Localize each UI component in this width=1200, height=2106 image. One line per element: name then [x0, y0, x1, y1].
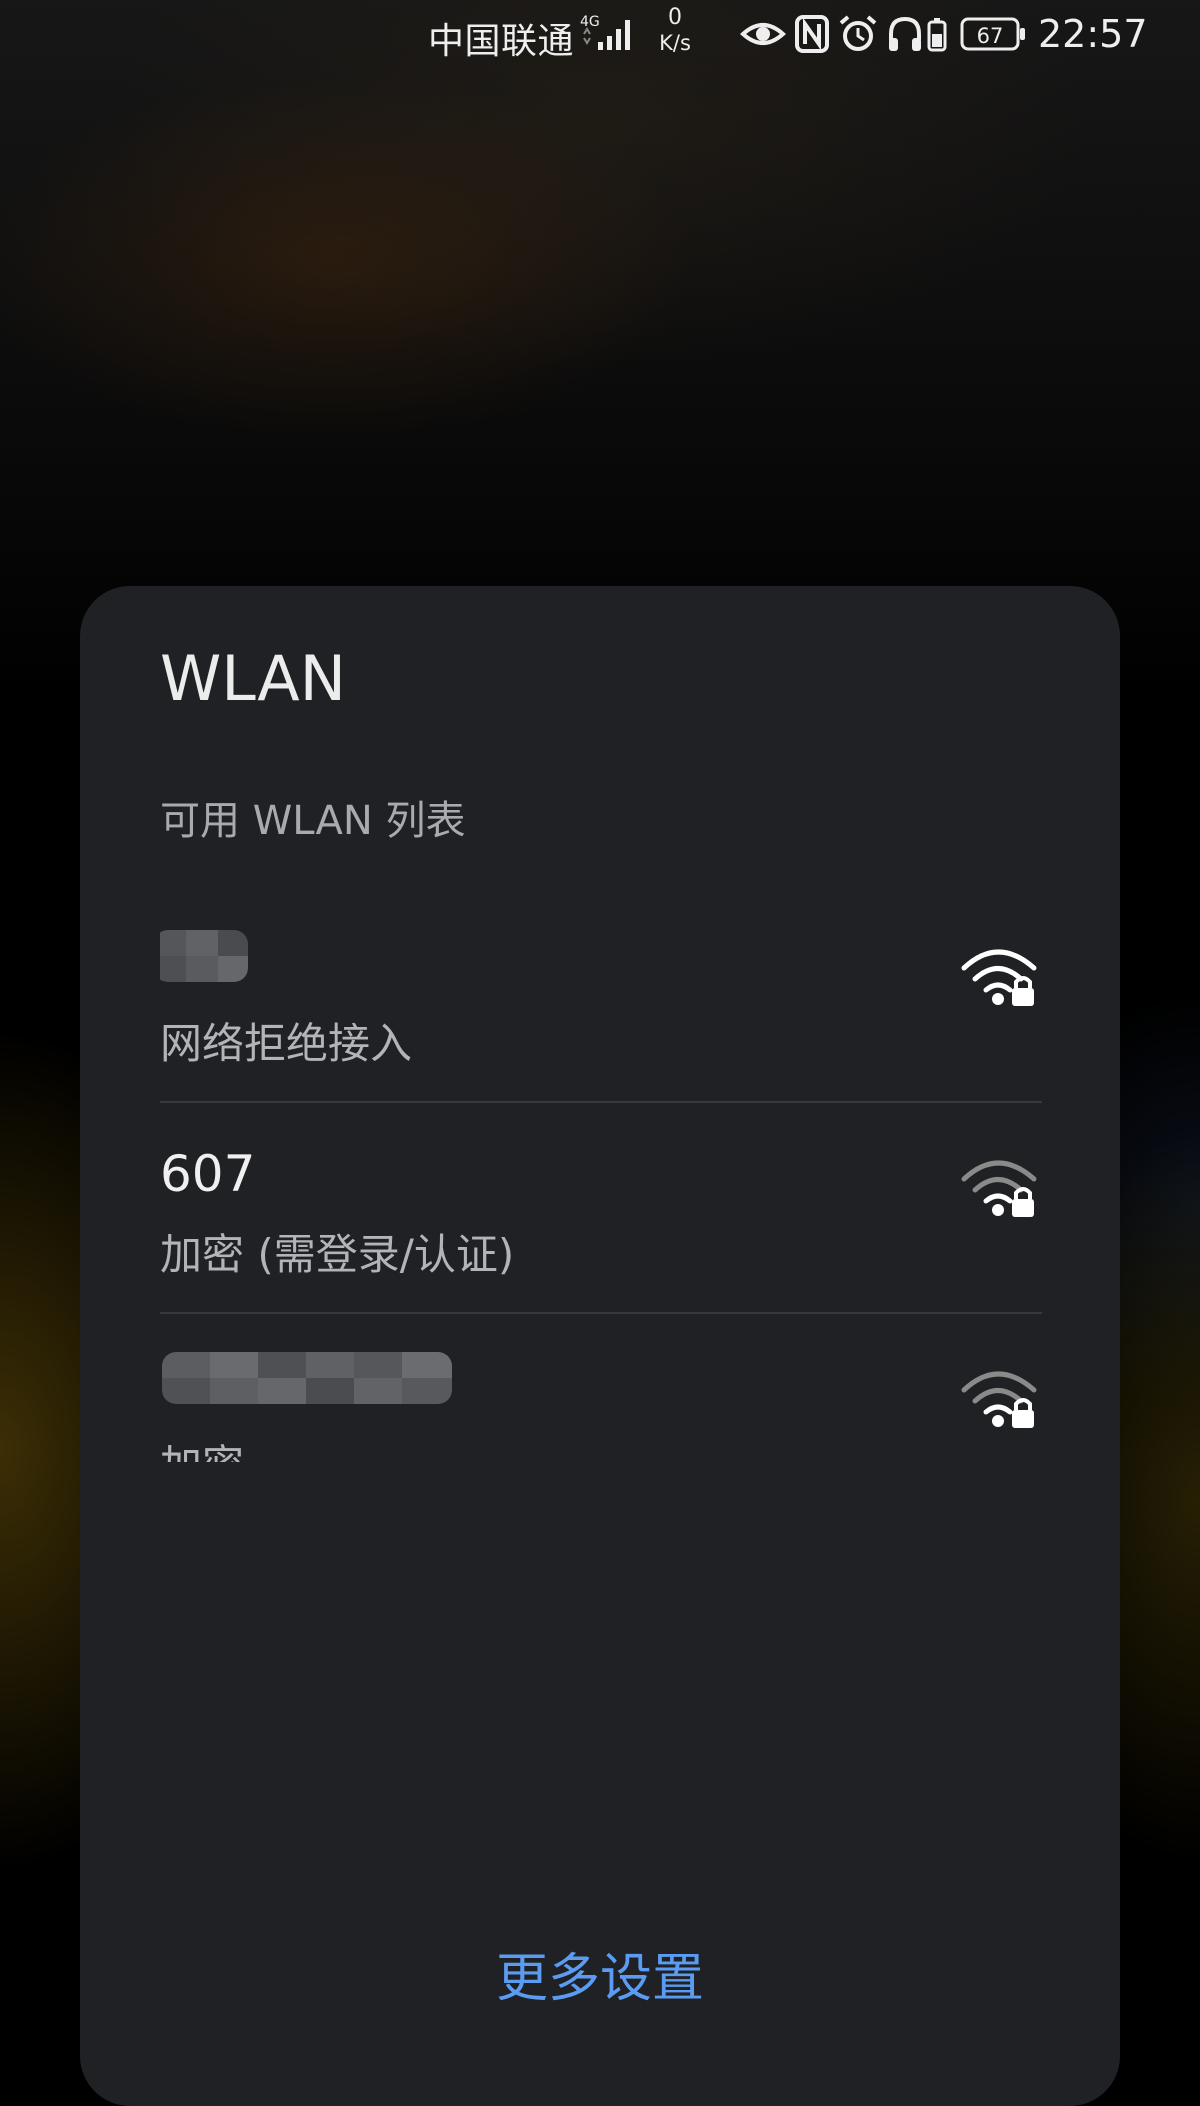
- status-bar: 中国联通 4G 0 K/s 67 22:57: [0, 0, 1200, 72]
- wifi-lock-icon: [961, 949, 1037, 1006]
- wifi-lock-icon: [961, 1371, 1037, 1428]
- net-speed-unit: K/s: [659, 31, 691, 55]
- eye-icon: [740, 23, 786, 45]
- wlan-network-item[interactable]: 607 加密 (需登录/认证): [160, 1103, 1042, 1314]
- wlan-network-list[interactable]: 网络拒绝接入 607 加密 (需登录/认证): [160, 892, 1042, 1462]
- battery-level: 67: [977, 24, 1004, 48]
- nfc-icon: [795, 15, 829, 53]
- headphones-icon: [889, 16, 921, 51]
- alarm-icon: [839, 15, 877, 51]
- redacted-ssid: [162, 1352, 452, 1404]
- network-status: 加密: [160, 1432, 244, 1462]
- wlan-network-item[interactable]: 网络拒绝接入: [160, 892, 1042, 1103]
- network-ssid: 607: [160, 1145, 256, 1203]
- clock: 22:57: [1038, 12, 1148, 56]
- redacted-ssid: [160, 930, 248, 982]
- network-status: 加密 (需登录/认证): [160, 1230, 515, 1279]
- net-speed: 0 K/s: [652, 6, 698, 56]
- more-settings-button[interactable]: 更多设置: [80, 1936, 1120, 2011]
- battery-icon: 67: [960, 17, 1025, 51]
- wlan-dialog: WLAN 可用 WLAN 列表 网络拒绝接入 607 加密 (需登录/认证) 更…: [80, 586, 1120, 2106]
- carrier-label: 中国联通: [428, 21, 575, 62]
- network-type-label: 4G: [580, 14, 600, 30]
- cellular-signal-icon: 4G: [580, 14, 630, 50]
- dialog-title: WLAN: [160, 642, 347, 715]
- network-status: 网络拒绝接入: [160, 1019, 413, 1068]
- wlan-network-item[interactable]: 加密: [160, 1314, 1042, 1462]
- net-speed-value: 0: [668, 5, 682, 30]
- wifi-lock-icon: [961, 1160, 1037, 1217]
- available-networks-heading: 可用 WLAN 列表: [160, 798, 466, 844]
- phone-battery-icon: [927, 18, 947, 52]
